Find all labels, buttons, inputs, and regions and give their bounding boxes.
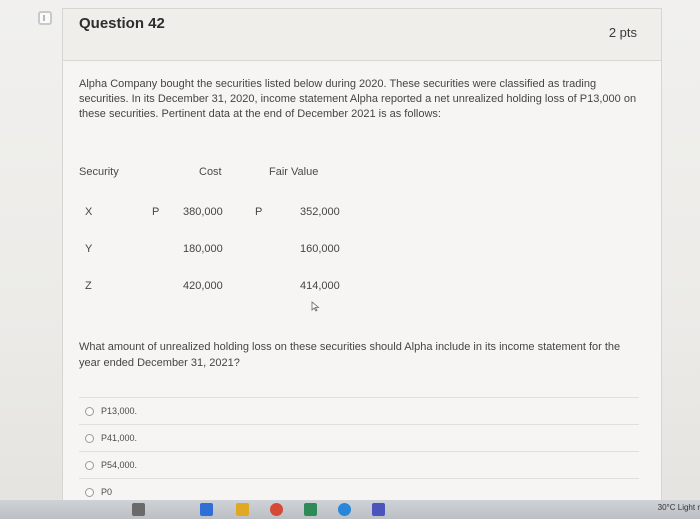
calculator-icon[interactable] xyxy=(200,503,213,516)
task-view-icon[interactable] xyxy=(132,503,145,516)
answer-label: P13,000. xyxy=(101,406,138,416)
cost-currency-x: P xyxy=(152,206,160,218)
radio-button[interactable] xyxy=(85,433,94,443)
answer-label: P54,000. xyxy=(101,460,138,470)
radio-button[interactable] xyxy=(85,460,94,470)
mouse-cursor-icon xyxy=(311,301,320,312)
question-header: Question 42 2 pts xyxy=(63,9,661,61)
teams-icon[interactable] xyxy=(372,503,385,516)
row-security-z: Z xyxy=(85,280,92,292)
column-header-cost: Cost xyxy=(199,166,222,178)
answer-label: P41,000. xyxy=(101,433,138,443)
weather-status[interactable]: 30°C Light r xyxy=(658,503,700,512)
cost-x: 380,000 xyxy=(183,206,223,218)
cost-y: 180,000 xyxy=(183,243,223,255)
answer-option[interactable]: P41,000. xyxy=(79,424,639,451)
messenger-icon[interactable] xyxy=(304,503,317,516)
answer-option[interactable]: P13,000. xyxy=(79,397,639,424)
file-explorer-icon[interactable] xyxy=(236,503,249,516)
fair-value-y: 160,000 xyxy=(300,243,340,255)
answer-list: P13,000. P41,000. P54,000. P0 xyxy=(79,397,639,505)
question-card: Question 42 2 pts Alpha Company bought t… xyxy=(62,8,662,519)
fair-value-x: 352,000 xyxy=(300,206,340,218)
row-security-x: X xyxy=(85,206,93,218)
flag-question-icon[interactable] xyxy=(38,11,52,25)
answer-label: P0 xyxy=(101,487,113,497)
radio-button[interactable] xyxy=(85,487,94,497)
fair-value-z: 414,000 xyxy=(300,280,340,292)
question-points: 2 pts xyxy=(608,25,637,40)
question-followup: What amount of unrealized holding loss o… xyxy=(79,341,621,369)
edge-icon[interactable] xyxy=(338,503,351,516)
fair-value-currency-x: P xyxy=(255,206,263,218)
radio-button[interactable] xyxy=(85,406,94,416)
chrome-icon[interactable] xyxy=(270,503,283,516)
row-security-y: Y xyxy=(85,243,93,255)
column-header-fair-value: Fair Value xyxy=(269,166,319,178)
question-prompt: Alpha Company bought the securities list… xyxy=(79,78,637,120)
cost-z: 420,000 xyxy=(183,280,223,292)
column-header-security: Security xyxy=(79,166,119,178)
answer-option[interactable]: P54,000. xyxy=(79,451,639,478)
question-title: Question 42 xyxy=(79,15,165,32)
